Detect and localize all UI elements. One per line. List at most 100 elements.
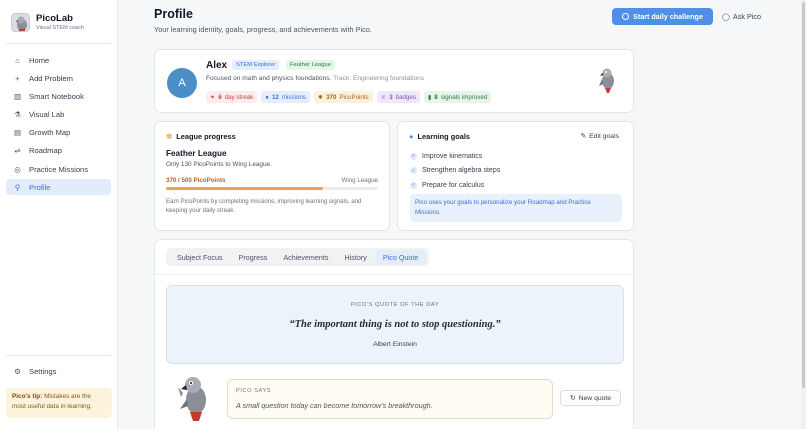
start-daily-challenge-button[interactable]: Start daily challenge: [612, 8, 713, 25]
card-heading: ✲ League progress: [166, 132, 236, 141]
badge-stem-explorer: STEM Explorer: [232, 60, 280, 70]
badge-feather-league: Feather League: [286, 60, 335, 70]
league-name: Feather League: [166, 149, 227, 158]
edit-goals-button[interactable]: ✎ Edit goals: [580, 132, 619, 141]
parrot-mascot-icon: [178, 377, 206, 421]
goals-list: ✓ Improve kinematics ✓ Strengthen algebr…: [410, 149, 500, 193]
button-label: Ask Pico: [733, 12, 762, 21]
brand-tagline: Visual STEM coach: [36, 24, 84, 31]
home-icon: ⌂: [15, 55, 20, 65]
chat-icon: ◯: [722, 12, 731, 21]
sidebar-item-roadmap[interactable]: ⇌ Roadmap: [6, 143, 111, 159]
new-quote-button[interactable]: ↻ New quote: [560, 390, 621, 406]
list-item: ✓ Improve kinematics: [410, 149, 500, 164]
profile-focus: Focused on math and physics foundations.: [206, 75, 332, 82]
user-icon: ⚲: [14, 182, 21, 192]
stat-streak: ✦ 6 day streak: [206, 91, 258, 103]
goal-label: Strengthen algebra steps: [422, 167, 501, 175]
points-text: 370 / 500 PicoPoints: [166, 177, 226, 184]
target-icon: ●: [409, 132, 414, 141]
goals-heading: Learning goals: [417, 132, 471, 141]
league-progress-card: ✲ League progress Feather League Only 13…: [154, 121, 390, 231]
profile-card: A Alex STEM Explorer Feather League Focu…: [154, 49, 634, 113]
medal-icon: ♕: [380, 93, 387, 101]
tab-progress[interactable]: Progress: [231, 250, 276, 264]
list-item: ✓ Prepare for calculus: [410, 178, 500, 193]
sparkle-icon: ✲: [166, 132, 173, 141]
sidebar-item-visual-lab[interactable]: ⚗ Visual Lab: [6, 107, 111, 123]
card-heading: ● Learning goals: [409, 132, 470, 141]
quote-label: PICO'S QUOTE OF THE DAY: [350, 302, 440, 308]
pico-says-bubble: PICO SAYS A small question today can bec…: [227, 379, 553, 419]
roadmap-icon: ⇌: [14, 146, 21, 156]
quote-of-the-day: PICO'S QUOTE OF THE DAY “The important t…: [166, 285, 624, 364]
divider: [155, 274, 633, 275]
sidebar-item-add-problem[interactable]: + Add Problem: [6, 70, 111, 86]
flame-icon: ✦: [210, 93, 216, 101]
sidebar-item-label: Growth Map: [29, 128, 71, 138]
target-icon: ●: [265, 93, 269, 101]
stat-badges: ♕ 3 badges: [376, 91, 420, 103]
divider: [6, 355, 111, 356]
brand[interactable]: PicoLab Visual STEM coach: [11, 13, 84, 32]
page-subtitle: Your learning identity, goals, progress,…: [154, 25, 372, 34]
pico-tip: Pico's tip: Mistakes are the most useful…: [6, 388, 112, 418]
tab-subject-focus[interactable]: Subject Focus: [169, 250, 231, 264]
goal-label: Improve kinematics: [422, 152, 483, 160]
sidebar-item-smart-notebook[interactable]: ▥ Smart Notebook: [6, 88, 111, 104]
stat-label: signals improved: [440, 93, 488, 101]
flask-icon: ⚗: [14, 110, 21, 120]
book-icon: ▥: [13, 91, 22, 101]
next-league: Wing League: [341, 177, 378, 184]
stat-label: badges: [395, 93, 416, 101]
signal-icon: ▮: [427, 93, 432, 101]
stats-row: ✦ 6 day streak ● 12 missions ✸ 370 PicoP…: [206, 91, 492, 103]
scrollbar-thumb[interactable]: [802, 2, 805, 388]
bubble-text: A small question today can become tomorr…: [236, 401, 433, 410]
sidebar-item-label: Add Problem: [29, 73, 73, 83]
button-label: Start daily challenge: [633, 12, 703, 21]
tip-label: Pico's tip:: [12, 393, 43, 400]
parrot-logo-icon: [11, 13, 30, 32]
scrollbar[interactable]: [801, 0, 806, 429]
sidebar-item-label: Practice Missions: [29, 164, 89, 174]
learning-goals-card: ● Learning goals ✎ Edit goals ✓ Improve …: [397, 121, 634, 231]
sidebar-item-practice-missions[interactable]: ◎ Practice Missions: [6, 161, 111, 177]
sidebar-item-profile[interactable]: ⚲ Profile: [6, 179, 111, 196]
sidebar-item-label: Smart Notebook: [29, 91, 84, 101]
stat-missions: ● 12 missions: [261, 91, 310, 103]
stat-label: missions: [281, 93, 306, 101]
sidebar-item-label: Home: [29, 55, 50, 65]
tab-history[interactable]: History: [336, 250, 374, 264]
stat-value: 12: [271, 93, 279, 101]
sidebar-item-settings[interactable]: ⚙ Settings: [6, 363, 111, 379]
button-label: New quote: [578, 394, 612, 402]
avatar: A: [167, 68, 197, 98]
league-note: Earn PicoPoints by completing missions, …: [166, 198, 362, 214]
stat-signals: ▮ 8 signals improved: [423, 91, 492, 103]
plus-icon: +: [15, 73, 20, 83]
button-label: Edit goals: [589, 132, 619, 140]
sidebar-item-label: Visual Lab: [29, 110, 65, 120]
ask-pico-button[interactable]: ◯ Ask Pico: [722, 8, 761, 25]
sidebar-item-label: Profile: [29, 182, 51, 192]
sparkle-icon: ✸: [317, 93, 324, 101]
parrot-mascot-icon: [599, 68, 614, 93]
stat-value: 6: [218, 93, 222, 101]
stat-value: 3: [389, 93, 393, 101]
sidebar-nav: ⌂ Home + Add Problem ▥ Smart Notebook ⚗ …: [6, 52, 111, 198]
tab-pico-quote[interactable]: Pico Quote: [374, 250, 427, 264]
sidebar-item-growth-map[interactable]: ▤ Growth Map: [6, 125, 111, 141]
stat-label: PicoPoints: [339, 93, 369, 101]
gear-icon: ⚙: [14, 366, 21, 376]
league-progress-bar: [166, 187, 378, 190]
tab-achievements[interactable]: Achievements: [275, 250, 336, 264]
brand-name: PicoLab: [36, 12, 73, 24]
sidebar-item-home[interactable]: ⌂ Home: [6, 52, 111, 68]
progress-fill: [166, 187, 323, 190]
stat-picopoints: ✸ 370 PicoPoints: [313, 91, 373, 103]
stat-value: 8: [434, 93, 438, 101]
check-icon: ✓: [410, 152, 417, 160]
sidebar-item-label: Settings: [29, 366, 57, 376]
stat-label: day streak: [224, 93, 254, 101]
